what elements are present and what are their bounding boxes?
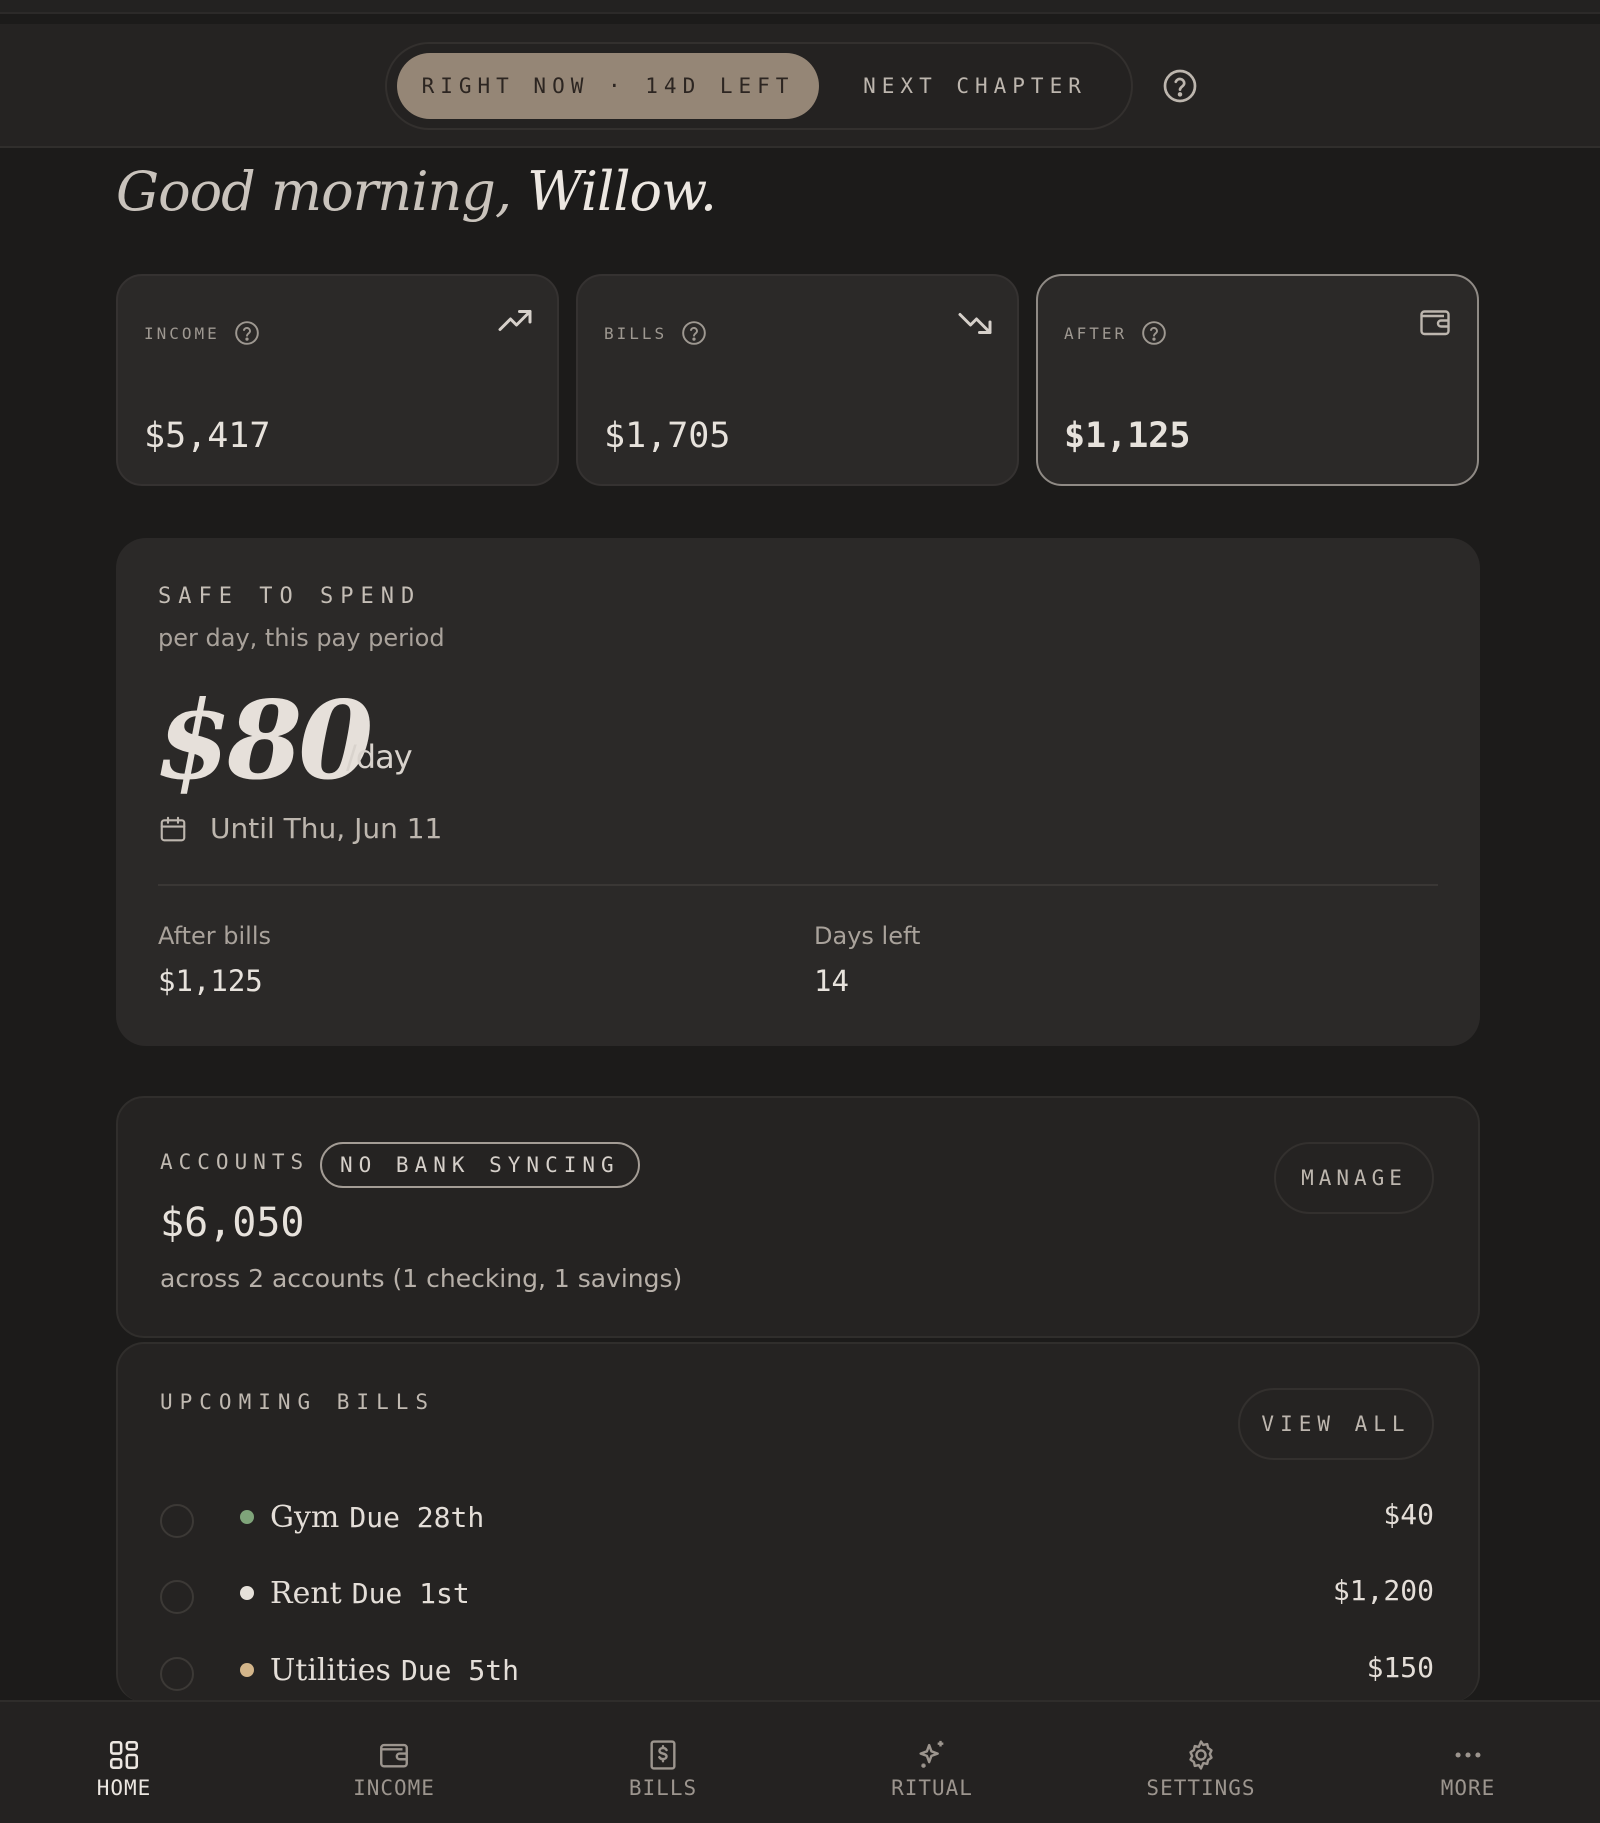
- safe-until: Until Thu, Jun 11: [158, 812, 442, 845]
- income-card[interactable]: INCOME $5,417: [116, 274, 559, 486]
- nav-more[interactable]: MORE: [1368, 1702, 1568, 1823]
- safe-subtitle: per day, this pay period: [158, 624, 445, 652]
- status-dot: [240, 1510, 254, 1524]
- income-label: INCOME: [144, 323, 220, 343]
- receipt-icon: [650, 1740, 676, 1770]
- bills-value: $1,705: [604, 416, 731, 456]
- bill-checkbox[interactable]: [160, 1657, 194, 1691]
- nav-settings[interactable]: SETTINGS: [1101, 1702, 1301, 1823]
- accounts-total: $6,050: [160, 1200, 305, 1246]
- after-bills-stat: After bills $1,125: [158, 922, 271, 998]
- nav-home[interactable]: HOME: [24, 1702, 224, 1823]
- no-bank-syncing-badge: NO BANK SYNCING: [320, 1142, 640, 1188]
- greeting-name: Willow.: [527, 160, 717, 223]
- safe-amount: $80: [156, 678, 373, 804]
- bill-due: Due 5th: [400, 1654, 519, 1687]
- tab-right-now[interactable]: RIGHT NOW · 14D LEFT: [397, 53, 819, 119]
- bill-row[interactable]: Gym Due 28th $40: [160, 1494, 1434, 1544]
- upcoming-bills-card: UPCOMING BILLS VIEW ALL Gym Due 28th $40 …: [116, 1342, 1480, 1702]
- bill-name: Gym: [270, 1500, 340, 1535]
- accounts-card: ACCOUNTS NO BANK SYNCING MANAGE $6,050 a…: [116, 1096, 1480, 1338]
- bills-label: BILLS: [604, 323, 668, 343]
- sparkles-icon: [919, 1740, 944, 1768]
- help-icon[interactable]: [1141, 320, 1167, 346]
- income-value: $5,417: [144, 416, 271, 456]
- bill-due: Due 28th: [349, 1501, 485, 1534]
- grid-icon: [109, 1740, 139, 1770]
- days-left-label: Days left: [814, 922, 921, 950]
- bill-row[interactable]: Rent Due 1st $1,200: [160, 1570, 1434, 1620]
- bill-name: Utilities: [270, 1653, 391, 1688]
- nav-label: INCOME: [353, 1776, 435, 1800]
- nav-bills[interactable]: BILLS: [563, 1702, 763, 1823]
- manage-button[interactable]: MANAGE: [1274, 1142, 1434, 1214]
- nav-label: RITUAL: [891, 1776, 973, 1800]
- header: RIGHT NOW · 14D LEFT NEXT CHAPTER: [0, 24, 1600, 148]
- after-bills-label: After bills: [158, 922, 272, 950]
- nav-label: BILLS: [628, 1776, 698, 1800]
- wallet-icon: [1420, 310, 1450, 336]
- accounts-summary: across 2 accounts (1 checking, 1 savings…: [160, 1264, 683, 1293]
- greeting: Good morning, Willow.: [116, 160, 717, 223]
- bill-amount: $1,200: [1332, 1574, 1434, 1607]
- status-dot: [240, 1663, 254, 1677]
- bills-card[interactable]: BILLS $1,705: [576, 274, 1019, 486]
- help-icon[interactable]: [1162, 68, 1198, 104]
- safe-title: SAFE TO SPEND: [158, 584, 422, 609]
- after-value: $1,125: [1064, 416, 1191, 456]
- bill-amount: $150: [1366, 1651, 1434, 1684]
- tab-next-chapter[interactable]: NEXT CHAPTER: [839, 53, 1111, 119]
- bill-name: Rent: [270, 1576, 342, 1611]
- after-card[interactable]: AFTER $1,125: [1036, 274, 1479, 486]
- more-icon: [1455, 1752, 1481, 1758]
- help-icon[interactable]: [681, 320, 707, 346]
- safe-unit: /day: [346, 738, 413, 776]
- bill-due: Due 1st: [351, 1577, 470, 1610]
- greeting-prefix: Good morning,: [116, 160, 512, 223]
- help-icon[interactable]: [234, 320, 260, 346]
- nav-label: MORE: [1440, 1776, 1496, 1800]
- bill-checkbox[interactable]: [160, 1504, 194, 1538]
- view-all-button[interactable]: VIEW ALL: [1238, 1388, 1434, 1460]
- bill-amount: $40: [1383, 1498, 1434, 1531]
- nav-label: HOME: [96, 1776, 152, 1800]
- after-label: AFTER: [1064, 323, 1128, 343]
- divider: [158, 884, 1438, 886]
- bottom-nav: HOME INCOME BILLS RITUAL SETTINGS MORE: [0, 1700, 1600, 1823]
- trending-down-icon: [958, 313, 992, 334]
- days-left-stat: Days left 14: [814, 922, 920, 998]
- nav-ritual[interactable]: RITUAL: [832, 1702, 1032, 1823]
- after-bills-value: $1,125: [158, 964, 263, 998]
- safe-to-spend-card: SAFE TO SPEND per day, this pay period $…: [116, 538, 1480, 1046]
- nav-income[interactable]: INCOME: [294, 1702, 494, 1823]
- calendar-icon: [160, 816, 186, 841]
- accounts-label: ACCOUNTS: [160, 1150, 310, 1174]
- bill-row[interactable]: Utilities Due 5th $150: [160, 1647, 1434, 1697]
- gear-icon: [1189, 1740, 1213, 1770]
- trending-up-icon: [498, 310, 532, 331]
- status-dot: [240, 1586, 254, 1600]
- upcoming-bills-title: UPCOMING BILLS: [160, 1390, 436, 1414]
- top-strip: [0, 0, 1600, 14]
- days-left-value: 14: [814, 964, 849, 998]
- safe-until-text: Until Thu, Jun 11: [210, 812, 443, 845]
- period-toggle: RIGHT NOW · 14D LEFT NEXT CHAPTER: [385, 42, 1133, 130]
- bill-checkbox[interactable]: [160, 1580, 194, 1614]
- wallet-icon: [380, 1743, 408, 1768]
- nav-label: SETTINGS: [1146, 1776, 1256, 1800]
